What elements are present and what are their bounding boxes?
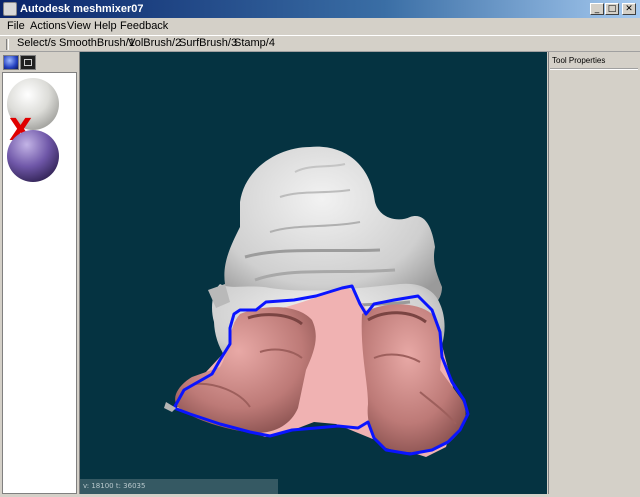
material-panel: X <box>0 52 79 494</box>
menu-file[interactable]: File <box>6 19 26 33</box>
maximize-button[interactable]: □ <box>605 3 619 15</box>
tool-properties-panel: Tool Properties <box>548 52 640 494</box>
surf-brush-button[interactable]: SurfBrush/3 <box>178 37 238 50</box>
select-tool-button[interactable]: Select/s <box>16 37 57 50</box>
title-bar: Autodesk meshmixer07 _ □ ✕ <box>0 0 640 18</box>
menu-help[interactable]: Help <box>93 19 118 33</box>
minimize-button[interactable]: _ <box>590 3 604 15</box>
mesh-render[interactable] <box>80 52 547 494</box>
stamp-button[interactable]: Stamp/4 <box>233 37 276 50</box>
3d-viewport[interactable]: v: 18100 t: 36035 <box>79 52 547 494</box>
purple-material-sphere[interactable] <box>7 130 59 182</box>
tool-bar: Select/s SmoothBrush/1 VolBrush/2 SurfBr… <box>0 35 640 52</box>
mesh-stats-status: v: 18100 t: 36035 <box>80 479 278 494</box>
window-title: Autodesk meshmixer07 <box>20 3 144 15</box>
close-button[interactable]: ✕ <box>622 3 636 15</box>
app-icon <box>3 2 17 16</box>
square-icon <box>24 59 32 66</box>
properties-divider <box>550 68 638 70</box>
material-thumbnails: X <box>2 72 77 494</box>
tool-properties-title: Tool Properties <box>552 56 606 65</box>
menu-feedback[interactable]: Feedback <box>119 19 169 33</box>
menu-actions[interactable]: Actions <box>29 19 67 33</box>
smooth-brush-button[interactable]: SmoothBrush/1 <box>58 37 136 50</box>
matcap-tab[interactable] <box>20 55 36 70</box>
menu-bar: File Actions View Help Feedback <box>0 18 640 34</box>
toolbar-grip[interactable] <box>6 39 9 50</box>
menu-view[interactable]: View <box>66 19 92 33</box>
vol-brush-button[interactable]: VolBrush/2 <box>127 37 182 50</box>
materials-tab[interactable] <box>3 55 19 70</box>
